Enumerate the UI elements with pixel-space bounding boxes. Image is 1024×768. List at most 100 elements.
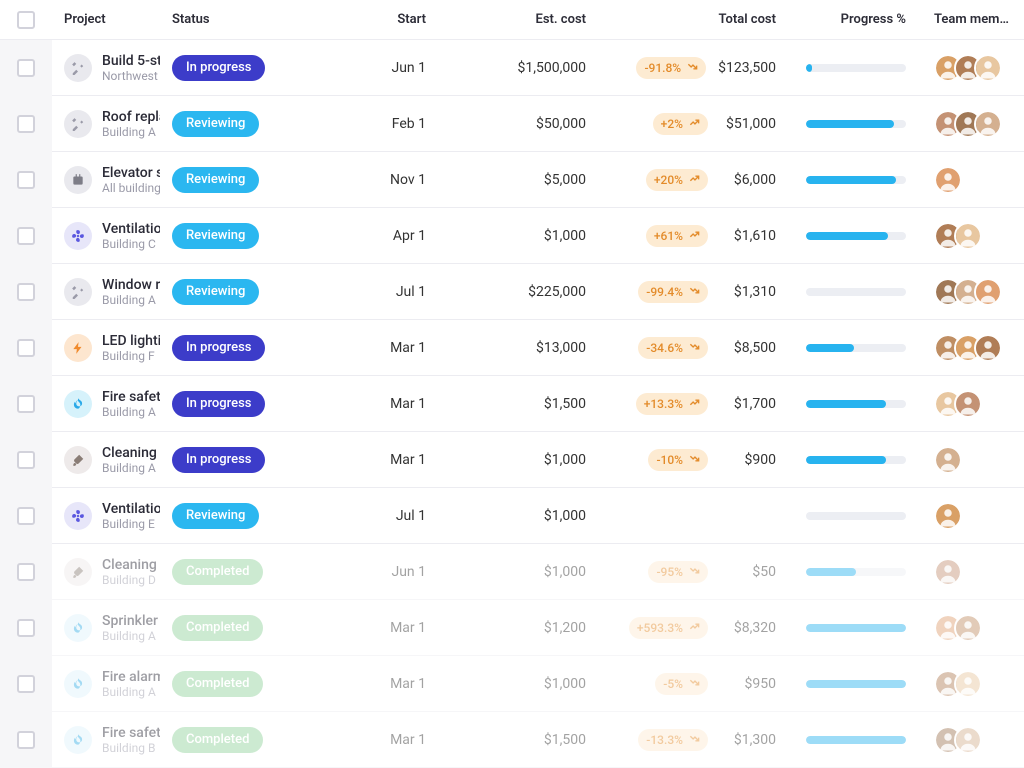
team-avatars[interactable] xyxy=(934,670,982,698)
est-cost: $1,200 xyxy=(544,620,586,636)
avatar[interactable] xyxy=(954,222,982,250)
table-row[interactable]: Fire safety audit Building A In progress… xyxy=(52,376,1024,432)
col-header-start[interactable]: Start xyxy=(274,12,434,27)
row-checkbox[interactable] xyxy=(17,227,35,245)
table-row[interactable]: Ventilation check Building E Reviewing J… xyxy=(52,488,1024,544)
start-date: Mar 1 xyxy=(390,732,426,748)
table-row[interactable]: Ventilation upgrade Building C Reviewing… xyxy=(52,208,1024,264)
avatar[interactable] xyxy=(954,670,982,698)
row-checkbox[interactable] xyxy=(17,59,35,77)
table-row[interactable]: Sprinkler service Building A Completed M… xyxy=(52,600,1024,656)
team-avatars[interactable] xyxy=(934,334,1002,362)
team-avatars[interactable] xyxy=(934,222,982,250)
project-cell[interactable]: Cleaning Building A xyxy=(52,445,164,475)
row-checkbox[interactable] xyxy=(17,619,35,637)
trend-down-icon xyxy=(689,565,700,579)
progress-bar xyxy=(806,512,906,520)
table-row[interactable]: Elevator service All buildings Reviewing… xyxy=(52,152,1024,208)
team-avatars[interactable] xyxy=(934,558,962,586)
team-avatars[interactable] xyxy=(934,502,962,530)
status-pill[interactable]: Reviewing xyxy=(172,167,259,193)
table-row[interactable]: Window replacement Building A Reviewing … xyxy=(52,264,1024,320)
col-header-status[interactable]: Status xyxy=(164,12,274,27)
team-avatars[interactable] xyxy=(934,278,1002,306)
status-pill[interactable]: Completed xyxy=(172,727,263,753)
avatar[interactable] xyxy=(974,278,1002,306)
row-checkbox[interactable] xyxy=(17,731,35,749)
row-checkbox[interactable] xyxy=(17,675,35,693)
total-cost: $6,000 xyxy=(720,172,776,188)
project-cell[interactable]: Ventilation check Building E xyxy=(52,501,164,531)
est-cost-cell: $225,000 xyxy=(434,284,594,300)
team-avatars[interactable] xyxy=(934,614,982,642)
table-row[interactable]: Fire alarm test Building A Completed Mar… xyxy=(52,656,1024,712)
project-cell[interactable]: Fire alarm test Building A xyxy=(52,669,164,699)
status-pill[interactable]: Reviewing xyxy=(172,223,259,249)
col-header-total[interactable]: Total cost xyxy=(594,12,784,27)
row-checkbox[interactable] xyxy=(17,563,35,581)
status-cell: Reviewing xyxy=(164,223,274,249)
avatar[interactable] xyxy=(934,446,962,474)
status-pill[interactable]: In progress xyxy=(172,335,265,361)
est-cost-cell: $1,500 xyxy=(434,396,594,412)
avatar[interactable] xyxy=(974,334,1002,362)
table-row[interactable]: Cleaning Building A In progress Mar 1 $1… xyxy=(52,432,1024,488)
avatar[interactable] xyxy=(934,166,962,194)
project-cell[interactable]: Window replacement Building A xyxy=(52,277,164,307)
col-header-team[interactable]: Team members xyxy=(914,12,1024,27)
row-checkbox[interactable] xyxy=(17,395,35,413)
status-pill[interactable]: Completed xyxy=(172,671,263,697)
project-cell[interactable]: Sprinkler service Building A xyxy=(52,613,164,643)
row-checkbox[interactable] xyxy=(17,171,35,189)
table-row[interactable]: Build 5-story building Northwest corner … xyxy=(52,40,1024,96)
team-avatars[interactable] xyxy=(934,390,982,418)
status-pill[interactable]: Reviewing xyxy=(172,111,259,137)
status-pill[interactable]: In progress xyxy=(172,447,265,473)
row-checkbox[interactable] xyxy=(17,115,35,133)
col-header-progress[interactable]: Progress % xyxy=(784,12,914,27)
team-avatars[interactable] xyxy=(934,726,982,754)
avatar[interactable] xyxy=(954,726,982,754)
row-checkbox[interactable] xyxy=(17,339,35,357)
table-row[interactable]: Cleaning Building D Completed Jun 1 $1,0… xyxy=(52,544,1024,600)
project-cell[interactable]: Ventilation upgrade Building C xyxy=(52,221,164,251)
project-cell[interactable]: Cleaning Building D xyxy=(52,557,164,587)
team-avatars[interactable] xyxy=(934,110,1002,138)
status-pill[interactable]: Reviewing xyxy=(172,503,259,529)
project-cell[interactable]: Roof replacement Building A xyxy=(52,109,164,139)
row-checkbox[interactable] xyxy=(17,451,35,469)
project-cell[interactable]: Fire safety audit Building A xyxy=(52,389,164,419)
avatar[interactable] xyxy=(934,502,962,530)
row-checkbox[interactable] xyxy=(17,507,35,525)
project-cell[interactable]: LED lighting Building F xyxy=(52,333,164,363)
avatar[interactable] xyxy=(974,110,1002,138)
status-pill[interactable]: In progress xyxy=(172,391,265,417)
team-avatars[interactable] xyxy=(934,166,962,194)
row-checkbox[interactable] xyxy=(17,283,35,301)
start-date: Jun 1 xyxy=(391,564,426,580)
project-cell[interactable]: Elevator service All buildings xyxy=(52,165,164,195)
est-cost: $1,500,000 xyxy=(518,60,586,76)
status-pill[interactable]: In progress xyxy=(172,55,265,81)
progress-fill xyxy=(806,400,886,408)
avatar[interactable] xyxy=(954,390,982,418)
project-cell[interactable]: Fire safety audit Building B xyxy=(52,725,164,755)
avatar[interactable] xyxy=(974,54,1002,82)
project-cell[interactable]: Build 5-story building Northwest corner xyxy=(52,53,164,83)
select-all-checkbox[interactable] xyxy=(17,11,35,29)
cost-delta-value: -5% xyxy=(663,677,683,691)
table-row[interactable]: Roof replacement Building A Reviewing Fe… xyxy=(52,96,1024,152)
avatar[interactable] xyxy=(934,558,962,586)
col-header-est[interactable]: Est. cost xyxy=(434,12,594,27)
progress-cell xyxy=(784,624,914,632)
status-pill[interactable]: Reviewing xyxy=(172,279,259,305)
team-avatars[interactable] xyxy=(934,446,962,474)
status-pill[interactable]: Completed xyxy=(172,559,263,585)
status-pill[interactable]: Completed xyxy=(172,615,263,641)
avatar[interactable] xyxy=(954,614,982,642)
team-avatars[interactable] xyxy=(934,54,1002,82)
project-text: LED lighting Building F xyxy=(102,333,160,363)
table-row[interactable]: LED lighting Building F In progress Mar … xyxy=(52,320,1024,376)
col-header-project[interactable]: Project xyxy=(52,12,164,27)
table-row[interactable]: Fire safety audit Building B Completed M… xyxy=(52,712,1024,768)
